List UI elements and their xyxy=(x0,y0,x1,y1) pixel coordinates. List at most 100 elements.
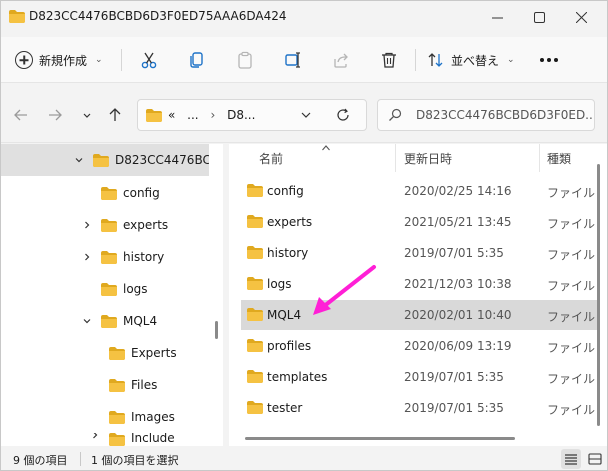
breadcrumb-overflow[interactable]: « xyxy=(168,108,175,122)
chevron-right-icon[interactable] xyxy=(81,251,93,263)
file-row-tester[interactable]: tester 2019/07/01 5:35 ファイル xyxy=(241,393,597,423)
forward-button[interactable] xyxy=(45,105,65,125)
column-header-type[interactable]: 種類 xyxy=(547,150,571,167)
tree-item-experts[interactable]: experts xyxy=(1,209,209,241)
file-modified-date: 2020/06/09 13:19 xyxy=(404,339,512,353)
tree-item-label: history xyxy=(123,250,165,264)
copy-button[interactable] xyxy=(185,49,209,71)
file-row-experts[interactable]: experts 2021/05/21 13:45 ファイル xyxy=(241,207,597,237)
copy-icon xyxy=(190,52,203,68)
column-divider[interactable] xyxy=(539,144,540,172)
close-button[interactable] xyxy=(559,1,603,33)
chevron-right-icon[interactable] xyxy=(89,433,101,441)
arrow-right-icon xyxy=(49,109,62,121)
file-type: ファイル xyxy=(547,310,596,324)
file-row-history[interactable]: history 2019/07/01 5:35 ファイル xyxy=(241,238,597,268)
maximize-button[interactable] xyxy=(517,1,561,33)
file-name: experts xyxy=(267,215,313,229)
tree-item-include[interactable]: Include xyxy=(1,433,209,446)
column-header-name[interactable]: 名前 xyxy=(259,150,283,167)
paste-button[interactable] xyxy=(233,49,257,71)
plus-icon xyxy=(15,51,33,69)
chevron-down-icon[interactable] xyxy=(81,315,93,327)
file-name: history xyxy=(267,246,309,260)
folder-icon xyxy=(247,370,263,386)
file-explorer-window: D823CC4476BCBD6D3F0ED75AAA6DA424 新規作成 ⌄ xyxy=(0,0,608,471)
vertical-scrollbar[interactable] xyxy=(597,164,600,426)
trash-icon xyxy=(382,52,396,68)
sort-label: 並べ替え xyxy=(451,53,500,68)
tree-item-root[interactable]: D823CC4476BCBD xyxy=(1,144,209,176)
more-options-button[interactable] xyxy=(535,49,563,71)
file-modified-date: 2019/07/01 5:35 xyxy=(404,401,504,415)
search-input[interactable]: D823CC4476BCBD6D3F0ED... xyxy=(377,99,595,131)
file-row-profiles[interactable]: profiles 2020/06/09 13:19 ファイル xyxy=(241,331,597,361)
share-button[interactable] xyxy=(329,49,353,71)
item-count: 9 個の項目 xyxy=(13,454,68,467)
file-row-logs[interactable]: logs 2021/12/03 10:38 ファイル xyxy=(241,269,597,299)
breadcrumb-ellipsis[interactable]: ... xyxy=(187,108,198,122)
toolbar-divider xyxy=(415,49,416,71)
column-header-date[interactable]: 更新日時 xyxy=(404,150,452,167)
file-type: ファイル xyxy=(547,279,596,293)
title-bar[interactable]: D823CC4476BCBD6D3F0ED75AAA6DA424 xyxy=(1,1,607,33)
file-row-config[interactable]: config 2020/02/25 14:16 ファイル xyxy=(241,176,597,206)
arrow-up-icon xyxy=(109,108,121,121)
file-modified-date: 2019/07/01 5:35 xyxy=(404,370,504,384)
tree-item-mql4[interactable]: MQL4 xyxy=(1,305,209,337)
file-row-templates[interactable]: templates 2019/07/01 5:35 ファイル xyxy=(241,362,597,392)
tree-item-label: config xyxy=(123,186,160,200)
tree-item-files[interactable]: Files xyxy=(1,369,209,401)
tree-item-history[interactable]: history xyxy=(1,241,209,273)
tiles-view-button[interactable] xyxy=(585,449,605,469)
toolbar-divider xyxy=(121,49,122,71)
up-button[interactable] xyxy=(105,105,125,125)
search-placeholder: D823CC4476BCBD6D3F0ED... xyxy=(416,108,592,122)
refresh-button[interactable] xyxy=(336,108,350,125)
tree-item-logs[interactable]: logs xyxy=(1,273,209,305)
back-button[interactable] xyxy=(11,105,31,125)
folder-icon xyxy=(247,215,263,231)
chevron-down-icon[interactable] xyxy=(73,154,85,166)
recent-locations-button[interactable] xyxy=(77,105,97,125)
rename-icon xyxy=(285,52,300,68)
column-divider[interactable] xyxy=(395,144,396,172)
grid-view-icon xyxy=(588,453,602,465)
breadcrumb-separator: › xyxy=(210,108,216,122)
file-modified-date: 2020/02/25 14:16 xyxy=(404,184,512,198)
file-row-mql4[interactable]: MQL4 2020/02/01 10:40 ファイル xyxy=(241,300,597,330)
scissors-icon xyxy=(141,52,157,69)
address-bar[interactable]: « ... › D8... xyxy=(137,99,367,131)
details-view-button[interactable] xyxy=(561,449,581,469)
folder-icon xyxy=(247,308,263,324)
clipboard-icon xyxy=(238,51,252,69)
tree-item-label: Experts xyxy=(131,346,177,360)
rename-button[interactable] xyxy=(281,49,305,71)
tree-item-label: logs xyxy=(123,282,148,296)
address-dropdown[interactable] xyxy=(300,108,312,125)
tree-item-config[interactable]: config xyxy=(1,177,209,209)
folder-icon xyxy=(101,283,117,299)
ellipsis-icon xyxy=(540,58,544,62)
tree-item-experts-sub[interactable]: Experts xyxy=(1,337,209,369)
file-name: config xyxy=(267,184,304,198)
nav-scrollbar[interactable] xyxy=(215,321,218,339)
navigation-pane: D823CC4476BCBD config experts history lo… xyxy=(1,144,223,446)
file-type: ファイル xyxy=(547,186,596,200)
tree-item-images[interactable]: Images xyxy=(1,401,209,433)
file-name: tester xyxy=(267,401,303,415)
new-button[interactable]: 新規作成 ⌄ xyxy=(15,48,103,72)
breadcrumb-current[interactable]: D8... xyxy=(227,108,255,122)
folder-icon xyxy=(247,246,263,262)
cut-button[interactable] xyxy=(137,49,161,71)
sort-button[interactable]: 並べ替え ⌄ xyxy=(427,48,515,72)
delete-button[interactable] xyxy=(377,49,401,71)
chevron-right-icon[interactable] xyxy=(81,219,93,231)
file-type: ファイル xyxy=(547,372,596,386)
horizontal-scrollbar[interactable] xyxy=(245,437,515,440)
folder-icon xyxy=(109,379,125,395)
minimize-button[interactable] xyxy=(475,1,519,33)
search-icon xyxy=(388,108,402,125)
folder-icon xyxy=(9,10,25,26)
breadcrumb[interactable]: « ... › D8... xyxy=(168,108,255,122)
